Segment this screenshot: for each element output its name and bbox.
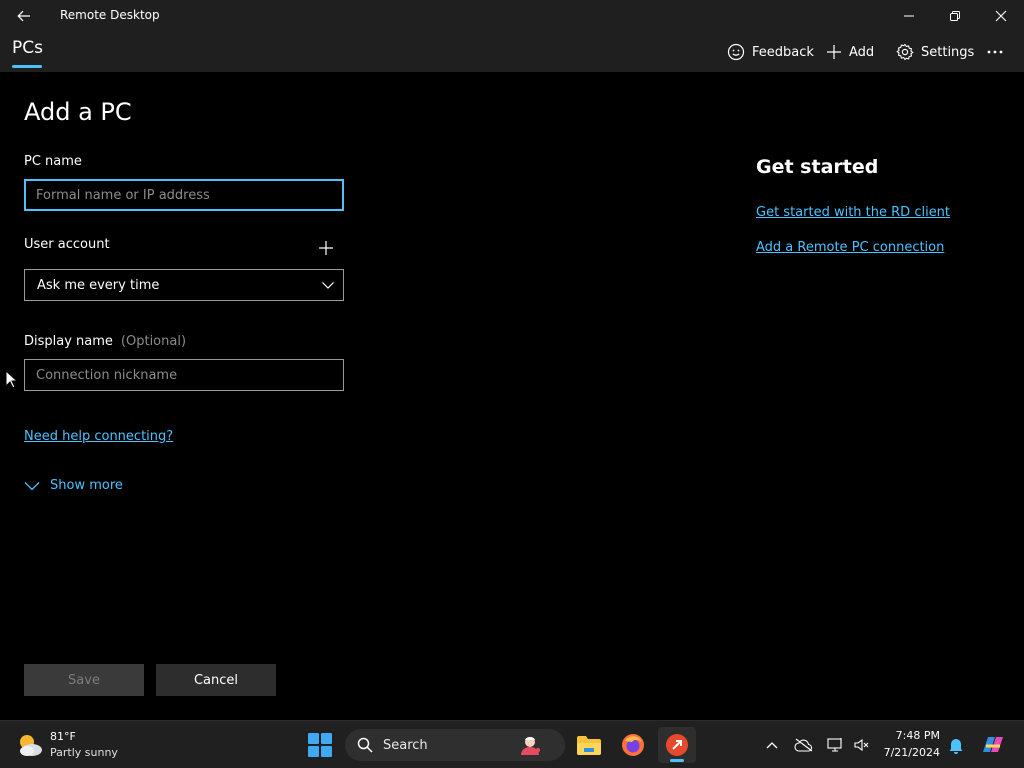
folder-icon	[577, 736, 601, 755]
taskbar: 81°F Partly sunny Search 7:48 PM 7/21/20…	[0, 720, 1024, 768]
search-label: Search	[383, 737, 428, 753]
help-connecting-link[interactable]: Need help connecting?	[24, 429, 173, 444]
get-started-link[interactable]: Get started with the RD client	[756, 205, 950, 220]
display-name-input[interactable]	[25, 360, 343, 390]
notifications-button[interactable]	[946, 735, 966, 755]
user-account-label: User account	[24, 237, 110, 252]
user-account-dropdown[interactable]: Ask me every time	[24, 269, 344, 301]
plus-icon	[827, 45, 841, 59]
copilot-button[interactable]	[980, 735, 1006, 755]
show-more-label: Show more	[50, 478, 123, 493]
partly-sunny-icon[interactable]	[16, 731, 44, 759]
pc-name-input[interactable]	[26, 181, 342, 209]
main-content: Add a PC PC name User account Ask me eve…	[0, 72, 1024, 720]
show-hidden-icons-button[interactable]	[762, 735, 782, 755]
plus-icon	[319, 241, 333, 255]
add-remote-pc-link[interactable]: Add a Remote PC connection	[756, 240, 944, 255]
arrow-left-icon	[17, 10, 30, 22]
tab-selected-indicator	[12, 65, 42, 68]
add-label: Add	[849, 44, 875, 60]
tab-pcs[interactable]: PCs	[12, 38, 43, 58]
windows-logo-icon	[308, 733, 332, 757]
title-bar: Remote Desktop	[0, 0, 1024, 32]
weather-temperature: 81°F	[50, 730, 76, 743]
settings-button[interactable]: Settings	[896, 42, 974, 62]
clock-date[interactable]: 7/21/2024	[884, 746, 940, 759]
network-tray-icon[interactable]	[826, 735, 846, 755]
minimize-button[interactable]	[886, 0, 932, 32]
minimize-icon	[904, 15, 914, 17]
taskbar-remote-desktop[interactable]	[658, 727, 696, 763]
optional-hint: (Optional)	[120, 334, 187, 349]
user-account-value: Ask me every time	[37, 277, 160, 293]
more-options-button[interactable]	[986, 42, 1011, 62]
save-button[interactable]: Save	[24, 664, 144, 696]
back-button[interactable]	[8, 4, 40, 28]
chevron-down-icon	[24, 481, 40, 490]
feedback-button[interactable]: Feedback	[727, 42, 814, 62]
taskbar-firefox[interactable]	[614, 727, 652, 763]
page-title: Add a PC	[24, 98, 132, 126]
volume-tray-icon[interactable]	[852, 735, 872, 755]
restore-icon	[950, 11, 960, 21]
firefox-icon	[622, 734, 644, 756]
remote-desktop-icon	[666, 734, 688, 756]
chevron-down-icon	[322, 282, 334, 289]
smiley-icon	[727, 43, 745, 61]
add-user-account-button[interactable]	[316, 238, 336, 258]
header-bar: PCs Feedback Add Settings	[0, 32, 1024, 72]
mouse-cursor-icon	[5, 370, 17, 389]
display-name-label: Display name (Optional)	[24, 334, 186, 349]
active-app-indicator	[670, 759, 684, 762]
onedrive-tray-icon[interactable]	[794, 735, 814, 755]
monitor-network-icon	[827, 738, 842, 752]
taskbar-file-explorer[interactable]	[570, 727, 608, 763]
window-title: Remote Desktop	[60, 8, 160, 22]
cloud-offline-icon	[794, 738, 813, 752]
speaker-muted-icon	[854, 738, 869, 752]
chevron-up-icon	[766, 742, 778, 749]
bell-icon	[949, 739, 963, 754]
close-button[interactable]	[978, 0, 1024, 32]
restore-button[interactable]	[932, 0, 978, 32]
cancel-button[interactable]: Cancel	[156, 664, 276, 696]
more-icon	[987, 50, 1003, 54]
weather-description: Partly sunny	[50, 746, 118, 759]
taskbar-search[interactable]: Search	[345, 729, 565, 761]
copilot-icon	[983, 737, 1003, 752]
start-button[interactable]	[306, 731, 334, 759]
search-highlight-icon	[521, 737, 540, 755]
add-button[interactable]: Add	[826, 42, 874, 62]
gear-icon	[896, 43, 914, 61]
show-more-toggle[interactable]: Show more	[24, 478, 123, 493]
close-icon	[995, 10, 1007, 22]
feedback-label: Feedback	[752, 44, 814, 60]
display-name-label-text: Display name	[24, 334, 113, 349]
get-started-title: Get started	[756, 156, 879, 178]
search-icon	[357, 737, 373, 753]
clock-time[interactable]: 7:48 PM	[896, 729, 940, 742]
display-name-field[interactable]	[24, 359, 344, 391]
pc-name-label: PC name	[24, 154, 82, 169]
settings-label: Settings	[921, 44, 975, 60]
pc-name-field[interactable]	[24, 179, 344, 211]
